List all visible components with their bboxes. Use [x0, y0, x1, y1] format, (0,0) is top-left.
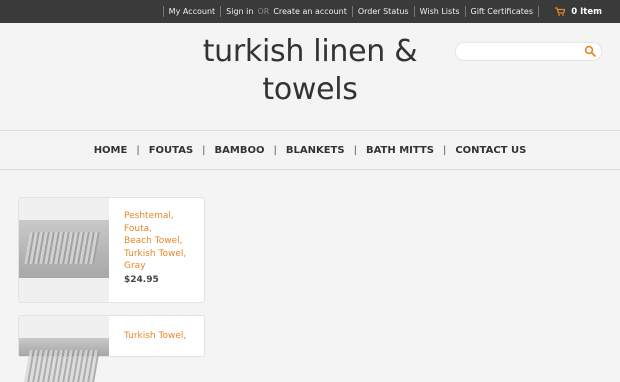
nav-separator: |: [442, 144, 447, 156]
cart-count-label: 0 Item: [571, 6, 602, 17]
divider: [351, 6, 353, 17]
product-card[interactable]: Peshtemal, Fouta, Beach Towel, Turkish T…: [18, 197, 205, 303]
or-text: OR: [257, 7, 270, 16]
product-thumbnail[interactable]: [19, 316, 109, 356]
product-name-line: Gray: [124, 261, 146, 271]
sign-in-link[interactable]: Sign in: [226, 7, 253, 16]
nav-separator: |: [202, 144, 206, 156]
divider: [538, 6, 539, 17]
product-card[interactable]: Turkish Towel,: [18, 315, 205, 357]
cart-icon: [555, 7, 566, 16]
product-image[interactable]: [19, 338, 109, 356]
product-price: $24.95: [124, 275, 159, 285]
product-name-link[interactable]: Peshtemal, Fouta, Beach Towel, Turkish T…: [124, 210, 202, 273]
search-box: [455, 42, 602, 65]
create-account-link[interactable]: Create an account: [273, 7, 347, 16]
product-name-line: Turkish Towel,: [124, 248, 187, 259]
logo-line-2: towels: [262, 72, 358, 107]
gift-certificates-link[interactable]: Gift Certificates: [471, 7, 534, 16]
order-status-link[interactable]: Order Status: [358, 7, 409, 16]
product-name-line: Turkish Towel,: [124, 331, 187, 341]
divider: [162, 6, 164, 17]
cart-link[interactable]: 0 Item: [555, 0, 602, 23]
nav-separator: |: [353, 144, 357, 156]
search-input[interactable]: [464, 47, 578, 65]
nav-item-foutas[interactable]: FOUTAS: [149, 145, 193, 156]
nav-item-bamboo[interactable]: BAMBOO: [215, 145, 265, 156]
site-header: turkish linen & towels: [0, 23, 620, 131]
nav-separator: |: [136, 144, 140, 156]
divider: [220, 6, 222, 17]
product-name-line: Peshtemal, Fouta,: [124, 211, 174, 234]
divider: [464, 6, 466, 17]
product-name-link[interactable]: Turkish Towel,: [124, 330, 202, 343]
site-logo[interactable]: turkish linen & towels: [190, 33, 430, 109]
product-name-line: Beach Towel,: [124, 236, 183, 246]
top-bar: My Account Sign in OR Create an account …: [0, 0, 620, 23]
divider: [413, 6, 415, 17]
nav-item-contact-us[interactable]: CONTACT US: [455, 145, 526, 156]
search-icon[interactable]: [584, 45, 596, 57]
nav-item-home[interactable]: HOME: [94, 145, 128, 156]
account-links: My Account Sign in OR Create an account …: [158, 0, 544, 23]
nav-item-blankets[interactable]: BLANKETS: [286, 145, 345, 156]
nav-item-bath-mitts[interactable]: BATH MITTS: [366, 145, 434, 156]
product-thumbnail[interactable]: [19, 198, 109, 302]
nav-separator: |: [273, 144, 277, 156]
wish-lists-link[interactable]: Wish Lists: [420, 7, 460, 16]
main-nav: HOME | FOUTAS | BAMBOO | BLANKETS | BATH…: [0, 131, 620, 170]
product-image[interactable]: [19, 220, 109, 278]
my-account-link[interactable]: My Account: [169, 7, 215, 16]
logo-line-1: turkish linen &: [202, 34, 418, 69]
